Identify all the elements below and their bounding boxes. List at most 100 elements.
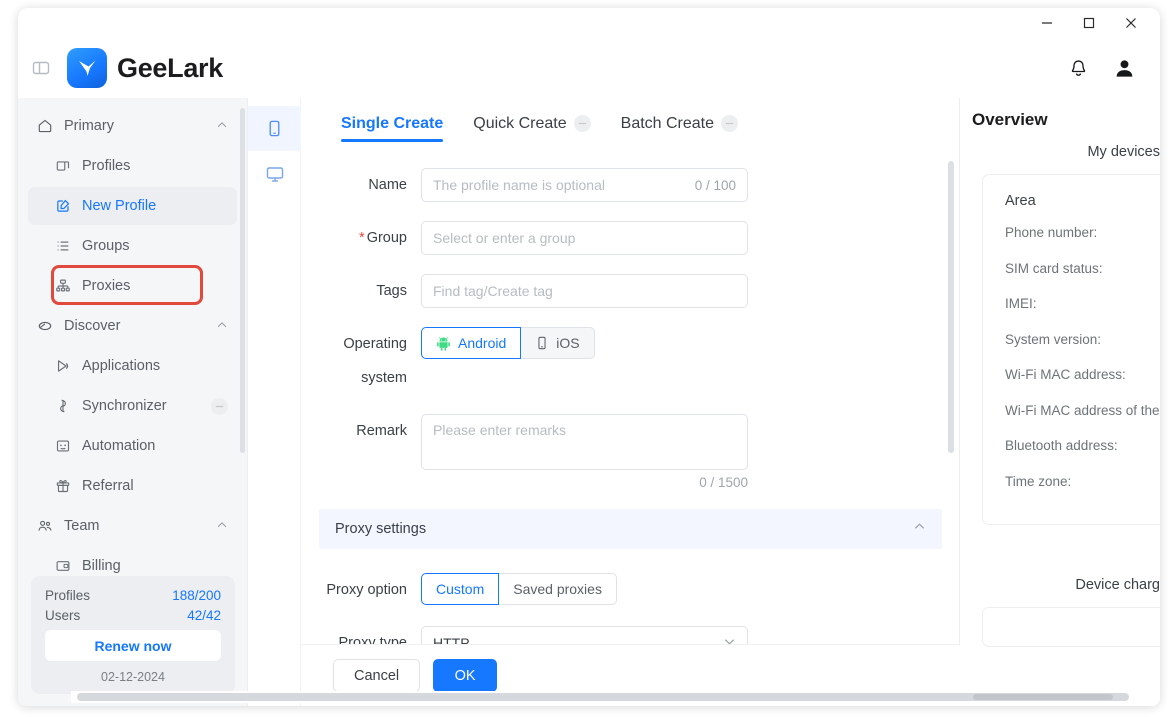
chevron-up-icon[interactable]	[216, 519, 228, 534]
sidebar-group-team[interactable]: Team	[28, 507, 237, 545]
list-icon	[57, 241, 69, 251]
geelark-logo-icon	[67, 48, 107, 88]
overview-field: Bluetooth address:	[1005, 438, 1118, 454]
form-vertical-scrollbar[interactable]	[948, 161, 954, 453]
label-group: * Group	[301, 221, 421, 255]
label-proxy-option: Proxy option	[326, 582, 407, 598]
edit-square-icon	[57, 199, 70, 212]
sidebar-item-label: Applications	[82, 358, 161, 374]
quota-expiry-date: 02-12-2024	[101, 670, 165, 684]
team-icon	[38, 520, 52, 531]
os-option-ios[interactable]: iOS	[521, 327, 595, 359]
overview-panel: Overview My devices Area Phone number: SI…	[960, 98, 1160, 706]
renew-now-button[interactable]: Renew now	[45, 630, 221, 661]
brand-logo: GeeLark	[67, 48, 223, 88]
edit-square-icon	[55, 198, 77, 214]
overview-area-label: Area	[1005, 193, 1036, 209]
horizontal-scrollbar[interactable]	[71, 691, 1160, 703]
overview-field: IMEI:	[1005, 296, 1037, 312]
tab-single-create[interactable]: Single Create	[341, 115, 444, 142]
quota-card: Profiles 188/200 Users 42/42 Renew now 0…	[31, 576, 235, 694]
horizontal-scrollbar-thumb[interactable]	[973, 694, 1113, 700]
content-area: Single Create Quick Create Batch Create Na…	[248, 98, 1160, 706]
sidebar-item-proxies[interactable]: Proxies	[28, 267, 237, 305]
cloud-icon	[38, 321, 52, 331]
sidebar-item-applications[interactable]: Applications	[28, 347, 237, 385]
gift-icon	[55, 478, 77, 494]
chevron-up-icon[interactable]	[913, 520, 926, 538]
sidebar-item-badge	[211, 397, 228, 415]
cancel-button[interactable]: Cancel	[333, 659, 421, 692]
os-segmented-control: Android iOS	[421, 327, 748, 359]
sidebar: Primary Profiles New Profile Groups Proxies D…	[18, 98, 248, 706]
os-option-ios-label: iOS	[556, 335, 580, 351]
device-type-rail	[248, 98, 301, 706]
bell-icon[interactable]	[1058, 48, 1098, 88]
create-mode-tabs: Single Create Quick Create Batch Create	[301, 98, 959, 146]
overview-title: Overview	[972, 110, 1048, 129]
quota-row-profiles: Profiles 188/200	[45, 588, 221, 603]
sidebar-group-label: Discover	[64, 318, 121, 334]
field-operating-system: Operating system Android iOS	[301, 327, 960, 395]
quota-profiles-value: 188/200	[172, 588, 221, 603]
home-icon	[38, 119, 52, 133]
proxy-option-custom[interactable]: Custom	[421, 573, 500, 605]
home-icon	[37, 118, 59, 134]
tab-quick-create[interactable]: Quick Create	[473, 114, 591, 142]
panel-toggle-icon[interactable]	[27, 54, 55, 82]
sidebar-item-new-profile[interactable]: New Profile	[28, 187, 237, 225]
gift-icon	[56, 480, 70, 493]
horizontal-scrollbar-track	[77, 693, 1129, 701]
tab-label: Quick Create	[473, 114, 567, 132]
rail-item-monitor[interactable]	[248, 151, 301, 196]
minimize-button[interactable]	[1026, 8, 1068, 38]
app-header: GeeLark	[18, 38, 1160, 98]
tags-input[interactable]: Find tag/Create tag	[421, 274, 748, 308]
sidebar-item-groups[interactable]: Groups	[28, 227, 237, 265]
overview-device-charge-label: Device charg	[1075, 576, 1160, 593]
sidebar-item-referral[interactable]: Referral	[28, 467, 237, 505]
tab-badge	[573, 115, 591, 132]
list-icon	[55, 238, 77, 254]
sidebar-group-label: Team	[64, 518, 100, 534]
label-remark: Remark	[356, 423, 407, 439]
sync-icon	[60, 399, 66, 413]
proxy-option-saved[interactable]: Saved proxies	[499, 573, 617, 605]
remark-counter: 0 / 1500	[699, 475, 748, 490]
sidebar-item-profiles[interactable]: Profiles	[28, 147, 237, 185]
sidebar-item-label: New Profile	[82, 198, 157, 214]
proxy-option-segmented-control: Custom Saved proxies	[421, 573, 748, 605]
proxy-settings-section-header[interactable]: Proxy settings	[319, 509, 942, 549]
chevron-up-icon[interactable]	[216, 119, 228, 134]
os-option-android-label: Android	[458, 335, 507, 351]
ok-button[interactable]: OK	[433, 659, 498, 692]
apps-icon	[57, 360, 69, 372]
apps-icon	[55, 358, 77, 374]
monitor-icon	[266, 166, 283, 182]
group-input[interactable]: Select or enter a group	[421, 221, 748, 255]
label-name: Name	[368, 177, 407, 193]
form-scroll-area: Name The profile name is optional 0 / 10…	[301, 146, 960, 706]
field-name: Name The profile name is optional 0 / 10…	[301, 168, 960, 202]
sidebar-scrollbar[interactable]	[240, 108, 245, 453]
sidebar-item-label: Automation	[82, 438, 156, 454]
os-option-android[interactable]: Android	[421, 327, 522, 359]
tab-badge	[721, 115, 739, 132]
remark-textarea[interactable]: Please enter remarks	[421, 414, 748, 470]
sidebar-group-discover[interactable]: Discover	[28, 307, 237, 345]
overview-field: Wi-Fi MAC address of the phone:	[1005, 402, 1160, 418]
profiles-icon	[56, 161, 70, 171]
quota-users-value: 42/42	[187, 608, 221, 623]
tab-batch-create[interactable]: Batch Create	[621, 115, 739, 142]
close-button[interactable]	[1110, 8, 1152, 38]
sidebar-group-primary[interactable]: Primary	[28, 107, 237, 145]
sidebar-item-synchronizer[interactable]: Synchronizer	[28, 387, 237, 425]
name-input[interactable]: The profile name is optional 0 / 100	[421, 168, 748, 202]
maximize-button[interactable]	[1068, 8, 1110, 38]
chevron-up-icon[interactable]	[216, 319, 228, 334]
window-controls	[1026, 8, 1152, 38]
sidebar-item-automation[interactable]: Automation	[28, 427, 237, 465]
rail-item-phone[interactable]	[248, 106, 301, 151]
profiles-icon	[55, 158, 77, 174]
user-avatar-icon[interactable]	[1104, 48, 1144, 88]
